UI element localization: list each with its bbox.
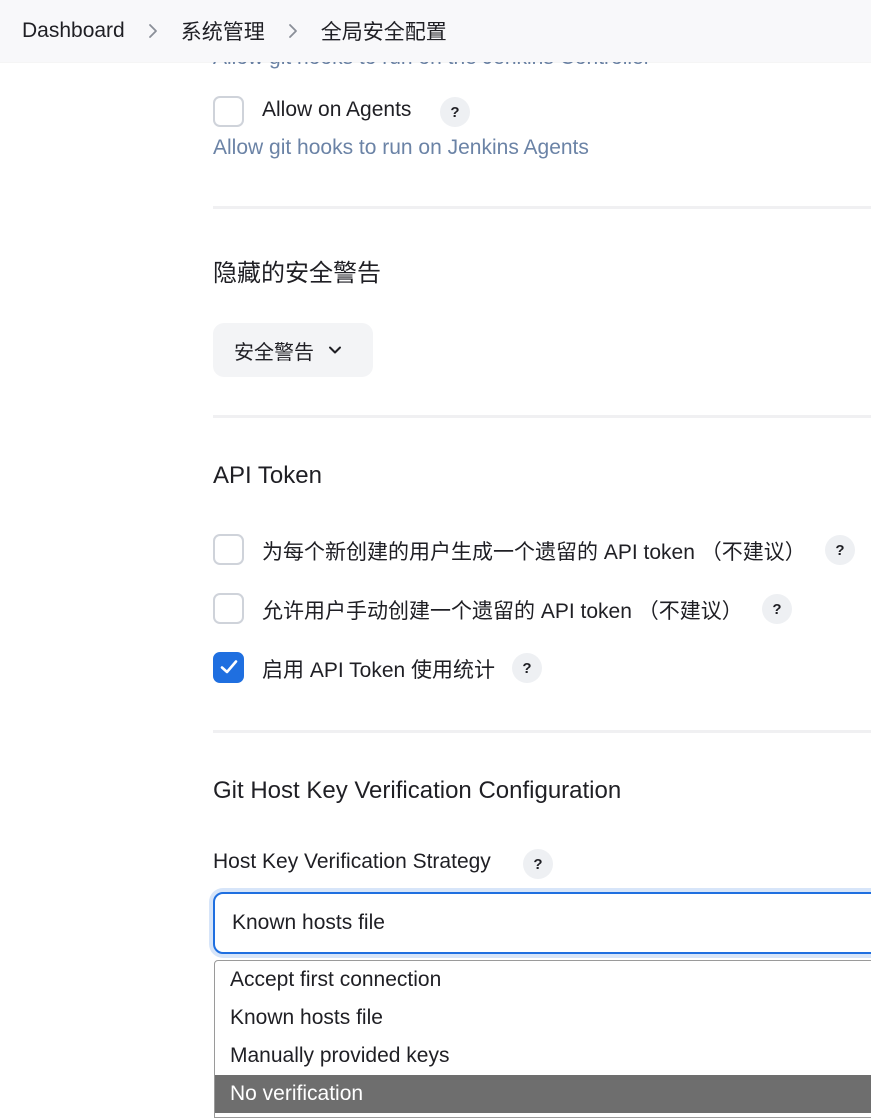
hidden-warnings-title: 隐藏的安全警告 xyxy=(213,260,381,287)
section-divider xyxy=(213,415,871,418)
help-icon[interactable]: ? xyxy=(523,849,553,879)
option-manually-provided-keys[interactable]: Manually provided keys xyxy=(215,1037,871,1075)
breadcrumb-global-security[interactable]: 全局安全配置 xyxy=(321,16,447,46)
allow-on-agents-label[interactable]: Allow on Agents xyxy=(262,98,411,122)
breadcrumb-dashboard[interactable]: Dashboard xyxy=(22,19,125,43)
help-icon[interactable]: ? xyxy=(440,97,470,127)
breadcrumb-system-management[interactable]: 系统管理 xyxy=(181,16,265,46)
security-warnings-label: 安全警告 xyxy=(234,341,314,364)
help-icon[interactable]: ? xyxy=(512,653,542,683)
option-known-hosts-file[interactable]: Known hosts file xyxy=(215,999,871,1037)
token-usage-stats-checkbox[interactable] xyxy=(213,652,244,683)
option-accept-first-connection[interactable]: Accept first connection xyxy=(215,961,871,999)
host-key-strategy-label: Host Key Verification Strategy xyxy=(213,850,491,873)
git-host-key-title: Git Host Key Verification Configuration xyxy=(213,777,622,804)
help-icon[interactable]: ? xyxy=(825,535,855,565)
legacy-token-new-user-label[interactable]: 为每个新创建的用户生成一个遗留的 API token （不建议） xyxy=(262,536,806,566)
chevron-right-icon xyxy=(143,21,163,41)
legacy-token-new-user-checkbox[interactable] xyxy=(213,534,244,565)
checkmark-icon xyxy=(220,660,237,674)
chevron-down-icon xyxy=(329,346,341,354)
help-icon[interactable]: ? xyxy=(762,594,792,624)
host-key-strategy-select[interactable]: Known hosts file xyxy=(213,892,871,954)
security-warnings-button[interactable]: 安全警告 xyxy=(213,323,373,377)
token-usage-stats-label[interactable]: 启用 API Token 使用统计 xyxy=(262,654,495,684)
host-key-strategy-dropdown: Accept first connection Known hosts file… xyxy=(214,960,871,1118)
legacy-token-manual-checkbox[interactable] xyxy=(213,593,244,624)
section-divider xyxy=(213,730,871,733)
api-token-title: API Token xyxy=(213,462,322,489)
legacy-token-manual-label[interactable]: 允许用户手动创建一个遗留的 API token （不建议） xyxy=(262,595,743,625)
breadcrumb: Dashboard 系统管理 全局安全配置 xyxy=(0,0,871,62)
section-divider xyxy=(213,206,871,209)
option-no-verification[interactable]: No verification xyxy=(215,1075,871,1113)
allow-on-agents-description: Allow git hooks to run on Jenkins Agents xyxy=(213,136,589,159)
host-key-strategy-value: Known hosts file xyxy=(232,911,385,934)
allow-on-agents-checkbox[interactable] xyxy=(213,96,244,127)
chevron-right-icon xyxy=(283,21,303,41)
